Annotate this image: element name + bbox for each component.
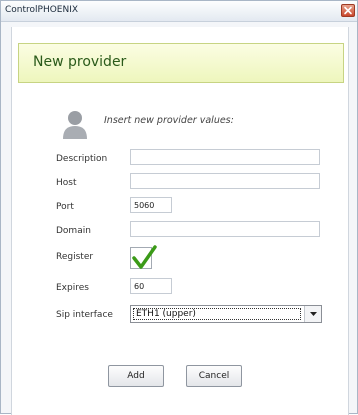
- dropdown-button[interactable]: [304, 306, 321, 322]
- instruction-text: Insert new provider values:: [104, 115, 234, 126]
- dialog-window: ControlPHOENIX New provider Insert new p…: [0, 0, 358, 415]
- page-title: New provider: [33, 54, 127, 70]
- port-label: Port: [56, 202, 74, 212]
- sip-interface-value: ETH1 (upper): [133, 308, 301, 320]
- sip-interface-label: Sip interface: [56, 310, 113, 320]
- domain-label: Domain: [56, 226, 91, 236]
- cancel-button[interactable]: Cancel: [186, 365, 242, 387]
- host-field[interactable]: [130, 173, 320, 189]
- sip-interface-select[interactable]: ETH1 (upper): [130, 305, 322, 323]
- register-checkbox[interactable]: [130, 245, 157, 269]
- domain-field[interactable]: [130, 221, 320, 237]
- checkmark-icon: [132, 245, 157, 269]
- close-icon: [344, 6, 352, 15]
- dialog-content: New provider Insert new provider values:…: [11, 27, 349, 415]
- expires-label: Expires: [56, 283, 89, 293]
- window-title: ControlPHOENIX: [5, 5, 79, 15]
- header-banner: New provider: [18, 43, 344, 83]
- description-label: Description: [56, 154, 108, 164]
- add-button[interactable]: Add: [108, 365, 164, 387]
- expires-field[interactable]: [130, 278, 172, 294]
- port-field[interactable]: [130, 197, 172, 213]
- description-field[interactable]: [130, 149, 320, 165]
- chevron-down-icon: [309, 312, 317, 316]
- register-label: Register: [56, 252, 94, 262]
- title-bar[interactable]: ControlPHOENIX: [1, 1, 357, 22]
- user-icon: [63, 111, 87, 139]
- close-button[interactable]: [341, 4, 355, 17]
- host-label: Host: [56, 178, 77, 188]
